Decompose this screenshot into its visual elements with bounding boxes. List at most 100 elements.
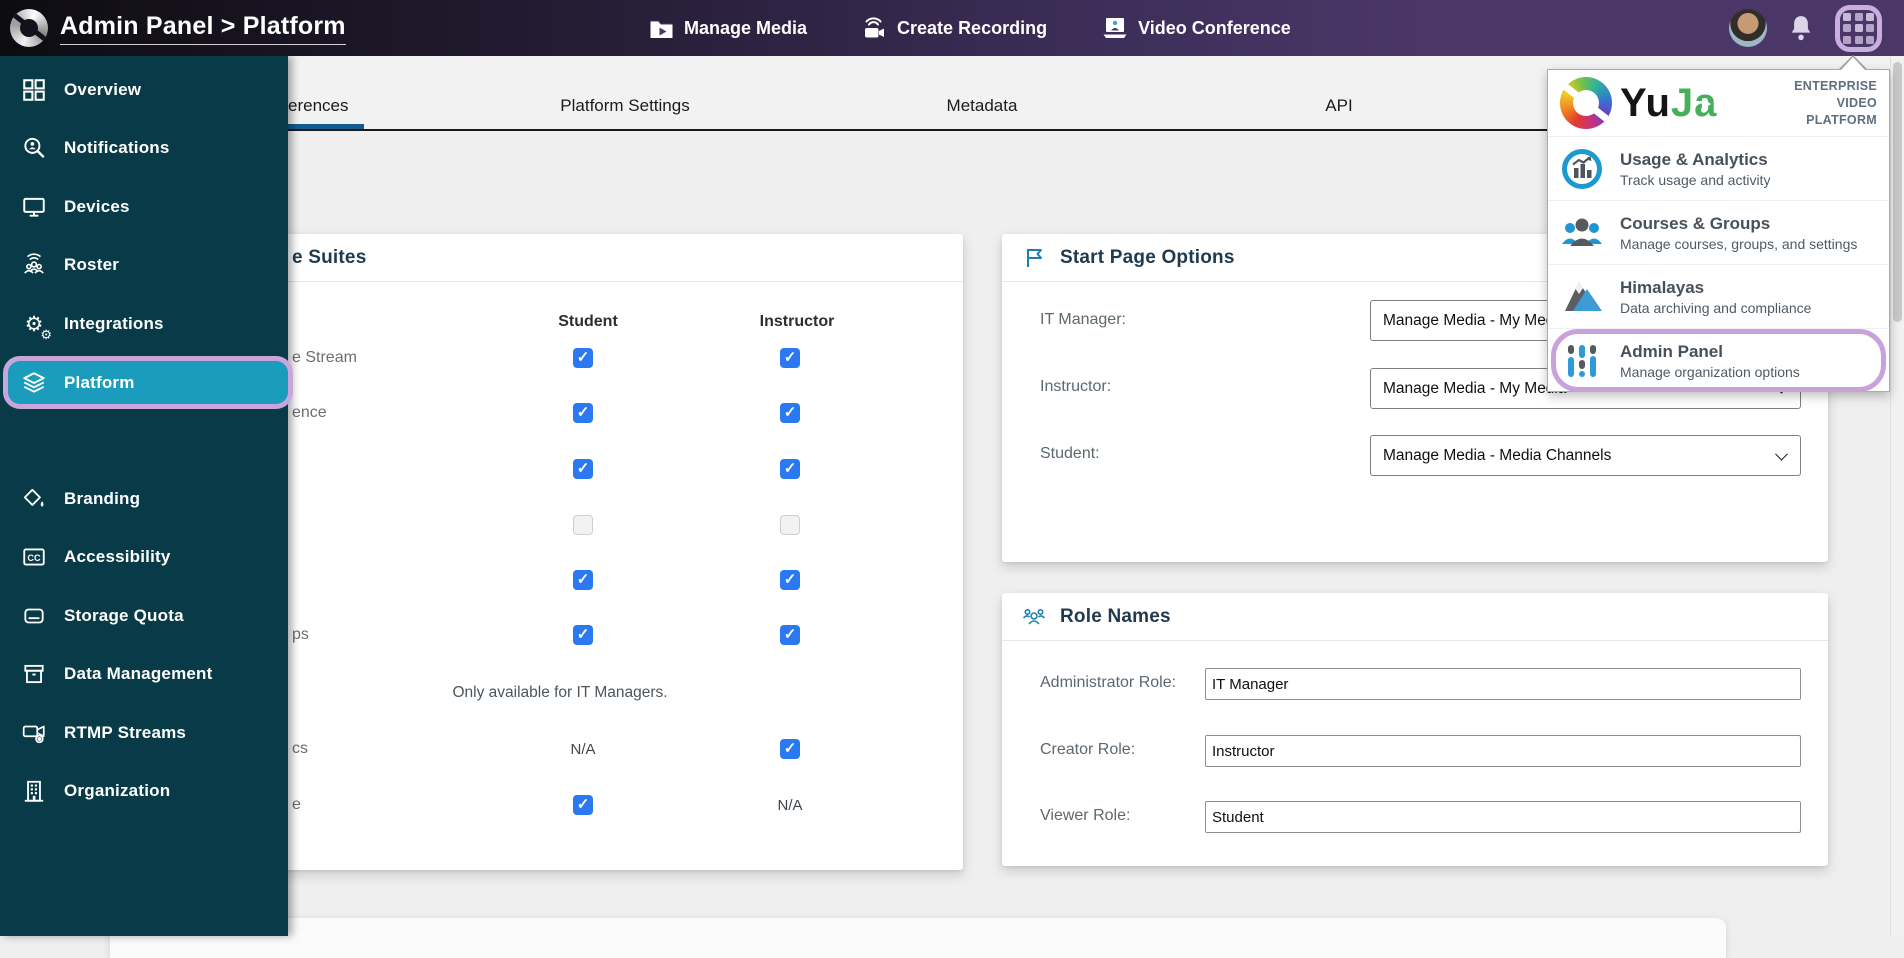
scrollbar-thumb[interactable]: [1893, 62, 1902, 322]
checkbox-row3-instructor[interactable]: [780, 515, 800, 535]
sidebar-item-data-management[interactable]: Data Management: [0, 650, 288, 698]
yuja-color-logo-icon: [1560, 77, 1612, 129]
topbar-nav: Manage Media Create Recording Video Conf…: [648, 0, 1291, 56]
apps-menu: YuJa ENTERPRISE VIDEO PLATFORM Usage & A…: [1547, 69, 1890, 392]
scrollbar[interactable]: [1890, 56, 1904, 936]
role-names-title: Role Names: [1060, 605, 1171, 627]
laptop-person-icon: [1101, 15, 1129, 41]
checkbox-row5-student[interactable]: [573, 625, 593, 645]
notifications-bell-icon[interactable]: [1786, 13, 1816, 43]
instructor-select-value: Manage Media - My Media: [1383, 379, 1567, 397]
checkbox-row0-student[interactable]: [573, 348, 593, 368]
closed-captions-icon: CC: [20, 543, 48, 571]
tab-metadata[interactable]: Metadata: [947, 96, 1018, 116]
checkbox-row6-instructor[interactable]: [780, 739, 800, 759]
checkbox-row3-student[interactable]: [573, 515, 593, 535]
sidebar-item-platform[interactable]: Platform: [3, 356, 293, 409]
feature-row-label: ence: [292, 404, 327, 421]
flag-icon: [1022, 245, 1048, 271]
gears-icon: ⚙ ⚙: [24, 312, 52, 342]
checkbox-row0-instructor[interactable]: [780, 348, 800, 368]
checkbox-row5-instructor[interactable]: [780, 625, 800, 645]
sidebar-item-accessibility[interactable]: CC Accessibility: [0, 533, 288, 581]
sidebar-item-notifications[interactable]: Notifications: [0, 124, 288, 172]
menu-item-usage-analytics[interactable]: Usage & Analytics Track usage and activi…: [1548, 136, 1889, 200]
tab-api[interactable]: API: [1325, 96, 1352, 116]
checkbox-row4-student[interactable]: [573, 570, 593, 590]
monitor-icon: [20, 193, 48, 221]
himalayas-mountain-icon: [1560, 275, 1604, 319]
apps-menu-brand: YuJa ENTERPRISE VIDEO PLATFORM: [1548, 70, 1889, 136]
feature-row-label: e: [292, 796, 301, 813]
chevron-down-icon: [1775, 447, 1788, 461]
checkbox-row2-student[interactable]: [573, 459, 593, 479]
video-conference-button[interactable]: Video Conference: [1101, 15, 1291, 41]
sidebar: Overview Notifications Devices Roster ⚙ ⚙…: [0, 56, 293, 936]
audience-icon: [20, 251, 48, 279]
user-search-icon: [20, 134, 48, 162]
play-icon: [1702, 97, 1712, 110]
student-select-value: Manage Media - Media Channels: [1383, 446, 1612, 464]
grid-overview-icon: [20, 76, 48, 104]
viewer-role-label: Viewer Role:: [1040, 807, 1131, 824]
sidebar-item-overview[interactable]: Overview: [0, 66, 288, 114]
viewer-role-input[interactable]: [1205, 801, 1801, 833]
student-select[interactable]: Manage Media - Media Channels: [1370, 435, 1801, 476]
brand-tagline: ENTERPRISE VIDEO PLATFORM: [1794, 78, 1877, 127]
administrator-role-label: Administrator Role:: [1040, 674, 1177, 691]
start-page-title: Start Page Options: [1060, 246, 1235, 268]
column-student: Student: [558, 313, 618, 330]
svg-text:CC: CC: [27, 553, 41, 563]
user-avatar[interactable]: [1729, 9, 1767, 47]
checkbox-row1-instructor[interactable]: [780, 403, 800, 423]
tab-preferences[interactable]: erences: [288, 96, 348, 116]
menu-item-admin-panel[interactable]: Admin Panel Manage organization options: [1548, 328, 1889, 392]
usage-analytics-icon: [1560, 147, 1604, 191]
paint-bucket-icon: [20, 485, 48, 513]
menu-item-courses-groups[interactable]: Courses & Groups Manage courses, groups,…: [1548, 200, 1889, 264]
admin-panel-sliders-icon: [1560, 339, 1604, 383]
folder-media-icon: [648, 16, 675, 40]
apps-grid-button[interactable]: [1835, 4, 1882, 52]
sidebar-item-storage-quota[interactable]: Storage Quota: [0, 592, 288, 640]
creator-role-label: Creator Role:: [1040, 741, 1136, 758]
manage-media-button[interactable]: Manage Media: [648, 16, 807, 40]
sidebar-item-integrations[interactable]: ⚙ ⚙ Integrations: [0, 300, 288, 348]
it-managers-note: Only available for IT Managers.: [452, 684, 668, 701]
role-names-header: Role Names: [1002, 593, 1828, 641]
archive-box-icon: [20, 660, 48, 688]
top-bar: Admin Panel > Platform Manage Media Crea…: [0, 0, 1904, 56]
create-recording-button[interactable]: Create Recording: [861, 15, 1047, 41]
sidebar-item-roster[interactable]: Roster: [0, 241, 288, 289]
creator-role-input[interactable]: [1205, 735, 1801, 767]
page-title: Admin Panel > Platform: [60, 12, 346, 45]
sidebar-item-rtmp-streams[interactable]: RTMP Streams: [0, 709, 288, 757]
checkbox-row7-student[interactable]: [573, 795, 593, 815]
courses-groups-icon: [1560, 211, 1604, 255]
checkbox-row1-student[interactable]: [573, 403, 593, 423]
sidebar-item-organization[interactable]: Organization: [0, 767, 288, 815]
menu-caret: [1841, 57, 1865, 70]
column-instructor: Instructor: [759, 313, 835, 330]
layers-icon: [20, 369, 48, 397]
administrator-role-input[interactable]: [1205, 668, 1801, 700]
na-value: N/A: [570, 741, 596, 758]
roles-people-icon: [1020, 603, 1048, 631]
checkbox-row2-instructor[interactable]: [780, 459, 800, 479]
feature-suites-title: e Suites: [292, 246, 367, 268]
feature-row-label: e Stream: [292, 349, 357, 366]
menu-item-himalayas[interactable]: Himalayas Data archiving and compliance: [1548, 264, 1889, 328]
yuja-logo-icon: [10, 9, 48, 47]
student-label: Student:: [1040, 445, 1100, 462]
it-manager-select-value: Manage Media - My Media: [1383, 311, 1567, 329]
sidebar-item-devices[interactable]: Devices: [0, 183, 288, 231]
it-manager-label: IT Manager:: [1040, 311, 1126, 328]
feature-row-label: cs: [292, 740, 308, 757]
checkbox-row4-instructor[interactable]: [780, 570, 800, 590]
tab-platform-settings[interactable]: Platform Settings: [560, 96, 689, 116]
sidebar-item-branding[interactable]: Branding: [0, 475, 288, 523]
na-value: N/A: [777, 797, 803, 814]
storage-drive-icon: [20, 602, 48, 630]
yuja-wordmark: YuJa: [1620, 80, 1718, 125]
active-tab-underline: [288, 124, 364, 129]
